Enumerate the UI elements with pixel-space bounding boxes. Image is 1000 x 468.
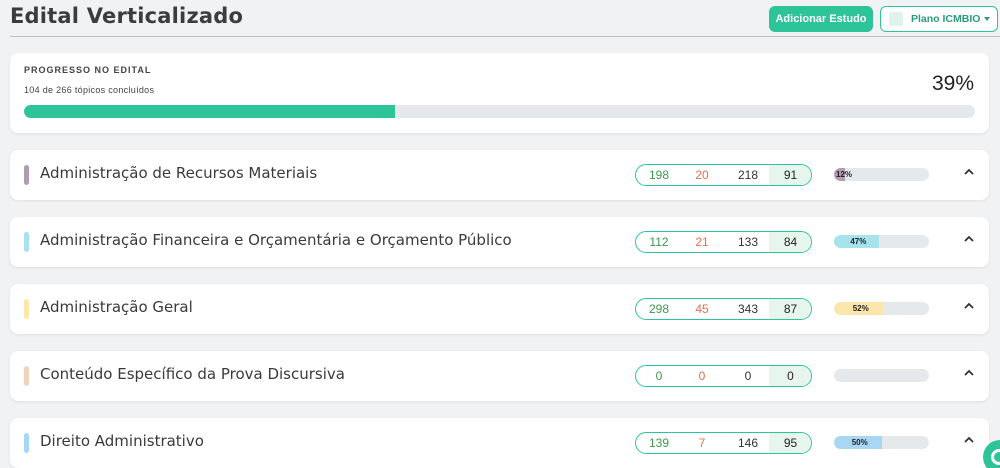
subject-name: Conteúdo Específico da Prova Discursiva [40,365,345,383]
subject-color-tag [24,299,29,319]
subject-progress-bar: 47% [834,235,929,248]
score-percent: 0 [769,366,811,386]
correct-count: 139 [648,436,670,450]
correct-count: 0 [655,369,663,383]
total-count: 133 [737,235,759,249]
score-percent: 91 [769,165,811,185]
page-header: Edital Verticalizado Adicionar Estudo Pl… [10,0,1000,37]
total-count: 218 [737,168,759,182]
subject-name: Direito Administrativo [40,432,204,450]
subject-name: Administração Financeira e Orçamentária … [40,231,512,249]
wrong-count: 21 [695,235,709,249]
chevron-up-icon[interactable] [962,299,976,313]
subject-color-tag [24,232,29,252]
subject-progress-text: 52% [852,304,869,313]
chevron-up-icon[interactable] [962,433,976,447]
wrong-count: 45 [695,302,709,316]
add-study-button[interactable]: Adicionar Estudo [769,6,873,32]
plan-dropdown-label: Plano ICMBIO [911,13,981,25]
total-count: 146 [737,436,759,450]
progress-subtitle: 104 de 266 tópicos concluídos [24,85,155,95]
chevron-up-icon[interactable] [962,165,976,179]
subject-card[interactable]: Conteúdo Específico da Prova Discursiva … [10,351,989,401]
subject-name: Administração Geral [40,298,193,316]
wrong-count: 0 [698,369,706,383]
score-percent: 84 [769,232,811,252]
subject-card[interactable]: Administração de Recursos Materiais 198 … [10,150,989,200]
chevron-up-icon[interactable] [962,366,976,380]
total-count: 343 [737,302,759,316]
subject-stats: 198 20 218 91 [635,164,812,186]
subject-color-tag [24,366,29,386]
subject-card[interactable]: Administração Geral 298 45 343 87 52% [10,284,989,334]
correct-count: 112 [649,235,669,249]
plan-dropdown[interactable]: Plano ICMBIO [880,6,998,32]
subject-stats: 139 7 146 95 [635,432,812,454]
subject-progress-bar [834,369,929,382]
plan-color-swatch [889,12,903,26]
subject-progress-text: 47% [850,237,867,246]
progress-bar-fill [24,105,395,118]
caret-down-icon [984,17,990,21]
subject-progress-bar: 52% [834,302,929,315]
progress-bar [24,105,975,118]
correct-count: 198 [648,168,670,182]
subject-progress-text: 12% [836,170,853,179]
subject-stats: 112 21 133 84 [635,231,812,253]
progress-label: PROGRESSO NO EDITAL [24,65,152,75]
subject-color-tag [24,165,29,185]
subject-card[interactable]: Direito Administrativo 139 7 146 95 50% [10,418,989,468]
progress-card: PROGRESSO NO EDITAL 104 de 266 tópicos c… [10,53,989,133]
progress-percent: 39% [931,72,974,95]
page-title: Edital Verticalizado [10,4,244,28]
subject-card[interactable]: Administração Financeira e Orçamentária … [10,217,989,267]
subject-stats: 298 45 343 87 [635,298,812,320]
subject-stats: 0 0 0 0 [635,365,812,387]
subject-progress-bar: 50% [834,436,929,449]
subject-progress-text [836,369,846,382]
wrong-count: 7 [698,436,706,450]
subject-progress-text: 50% [851,438,868,447]
wrong-count: 20 [695,168,709,182]
subject-name: Administração de Recursos Materiais [40,164,318,182]
score-percent: 95 [769,433,811,453]
subject-progress-bar: 12% [834,168,929,181]
chevron-up-icon[interactable] [962,232,976,246]
correct-count: 298 [648,302,670,316]
subject-color-tag [24,433,29,453]
score-percent: 87 [769,299,811,319]
total-count: 0 [744,369,752,383]
